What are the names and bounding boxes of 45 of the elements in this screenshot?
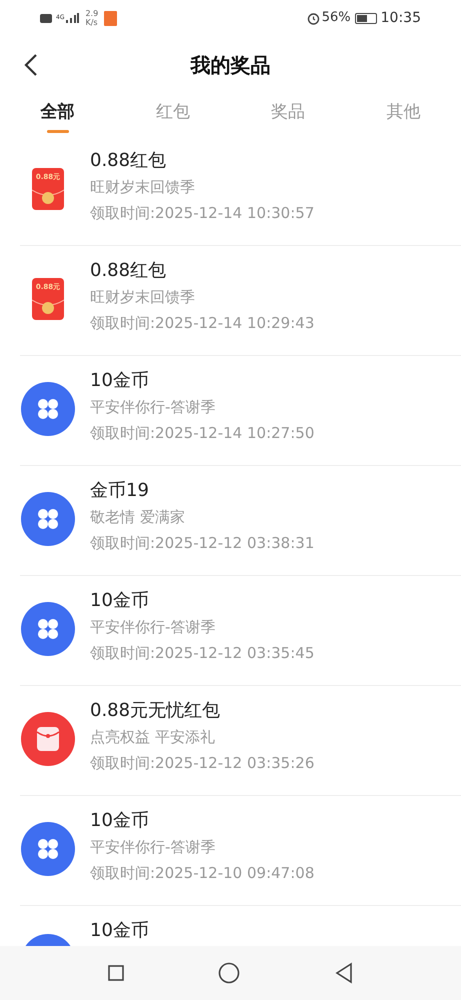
back-icon <box>24 53 38 77</box>
category-tab[interactable]: 全部 <box>0 94 116 136</box>
speed-unit: K/s <box>85 18 98 27</box>
prize-title: 0.88红包 <box>90 259 168 283</box>
prize-title: 金币19 <box>90 479 150 503</box>
claim-time: 领取时间:2025-12-14 10:29:43 <box>90 313 314 334</box>
prize-title: 10金币 <box>90 589 150 613</box>
home-button[interactable] <box>218 962 240 984</box>
page-title: 我的奖品 <box>190 52 270 79</box>
prize-title: 10金币 <box>90 809 150 833</box>
prize-source: 平安伴你行-答谢季 <box>90 617 216 638</box>
battery-percent: 56% <box>322 9 351 28</box>
battery-icon <box>354 12 377 24</box>
prize-source: 平安伴你行-答谢季 <box>90 397 216 418</box>
claim-time: 领取时间:2025-12-12 03:38:31 <box>90 533 314 554</box>
speed-value: 2.9 <box>85 9 98 18</box>
claim-time: 领取时间:2025-12-10 09:47:08 <box>90 863 314 884</box>
prize-row[interactable]: 10金币 平安伴你行-答谢季 领取时间:2025-12-14 10:27:50 <box>20 356 461 466</box>
recents-button[interactable] <box>106 964 125 982</box>
prize-row[interactable]: 10金币 平安伴你行-答谢季 领取时间:2025-12-10 09:47:08 <box>20 796 461 906</box>
prize-source: 敬老情 爱满家 <box>90 507 186 528</box>
app-notification-icon <box>104 10 118 26</box>
prize-source: 点亮权益 平安添礼 <box>90 727 216 748</box>
prize-title: 10金币 <box>90 369 150 393</box>
envelope-icon <box>32 168 64 210</box>
wallet-icon <box>21 712 75 766</box>
prize-row[interactable]: 金币19 敬老情 爱满家 领取时间:2025-12-12 03:38:31 <box>20 466 461 576</box>
prize-source: 旺财岁末回馈季 <box>90 177 196 198</box>
claim-time: 领取时间:2025-12-14 10:30:57 <box>90 203 314 224</box>
prize-title: 0.88红包 <box>90 149 168 173</box>
prize-title: 0.88元无忧红包 <box>90 699 222 723</box>
prize-row[interactable]: 0.88元无忧红包 点亮权益 平安添礼 领取时间:2025-12-12 03:35:26 <box>20 686 461 796</box>
prize-title: 10金币 <box>90 919 149 943</box>
claim-time: 领取时间:2025-12-12 03:35:45 <box>90 643 314 664</box>
back-nav-button[interactable] <box>334 962 354 984</box>
prize-source: 平安伴你行-答谢季 <box>90 837 216 858</box>
clock-time: 10:35 <box>380 8 421 28</box>
prize-row[interactable]: 10金币 平安伴你行-答谢季 领取时间:2025-12-12 03:35:45 <box>20 576 461 686</box>
claim-time: 领取时间:2025-12-12 03:35:26 <box>90 753 314 774</box>
hd-icon <box>40 14 52 22</box>
alarm-icon <box>306 12 320 24</box>
claim-time: 领取时间:2025-12-14 10:27:50 <box>90 423 314 444</box>
signal-icon <box>65 13 80 23</box>
prize-source: 旺财岁末回馈季 <box>90 287 196 308</box>
envelope-icon <box>32 278 64 320</box>
